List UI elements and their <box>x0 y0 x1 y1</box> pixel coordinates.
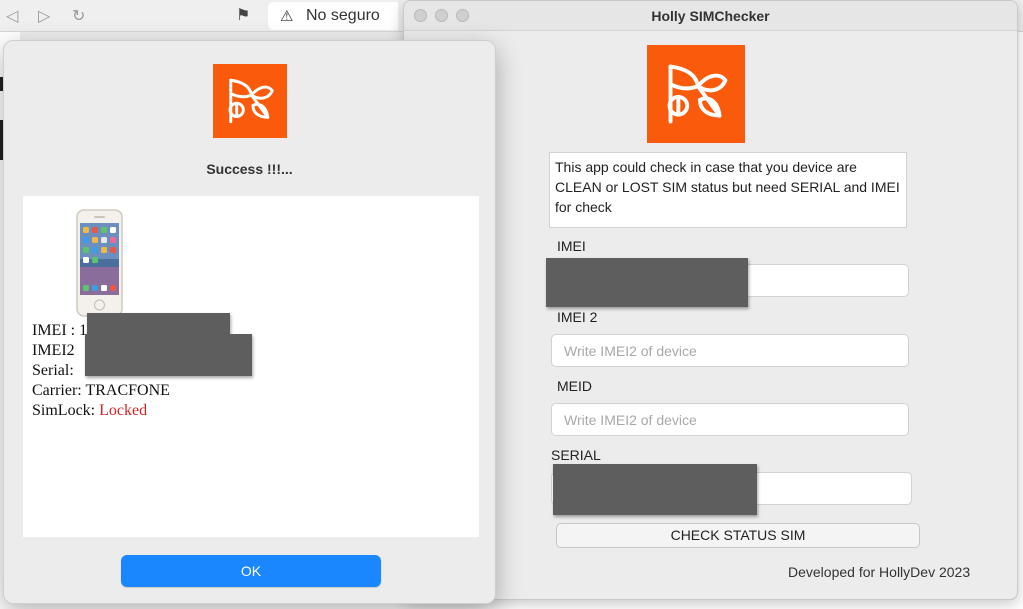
app-description: This app could check in case that you de… <box>549 152 907 228</box>
address-bar[interactable]: ⚠ No seguro <box>268 2 398 30</box>
iphone-image <box>76 209 123 317</box>
carrier-value: TRACFONE <box>85 382 170 399</box>
window-title: Holly SIMChecker <box>651 8 770 24</box>
dialog-title: Success !!!... <box>206 161 293 177</box>
imei-label: IMEI <box>557 238 586 254</box>
app-logo <box>647 45 745 143</box>
carrier-row: Carrier: TRACFONE <box>32 381 170 401</box>
redaction-block <box>546 258 748 307</box>
security-status: No seguro <box>306 7 380 24</box>
meid-input[interactable]: Write IMEI2 of device <box>551 403 909 436</box>
ok-button[interactable]: OK <box>121 555 381 587</box>
imei2-input[interactable]: Write IMEI2 of device <box>551 334 909 367</box>
dialog-app-logo <box>213 64 287 138</box>
forward-icon[interactable]: ▷ <box>38 6 50 25</box>
redaction-block <box>87 313 230 335</box>
window-titlebar: Holly SIMChecker <box>404 1 1017 31</box>
bookmark-icon[interactable]: ⚑ <box>236 5 250 24</box>
imei2-result-label: IMEI2 <box>32 342 75 359</box>
check-status-button[interactable]: CHECK STATUS SIM <box>556 523 920 548</box>
simlock-label: SimLock: <box>32 402 100 419</box>
success-dialog: Success !!!... IMEI : 1 IMEI2 Serial: Ca… <box>3 40 496 604</box>
redaction-block <box>553 464 757 515</box>
carrier-label: Carrier: <box>32 382 86 399</box>
result-panel: IMEI : 1 IMEI2 Serial: Carrier: TRACFONE… <box>23 196 479 537</box>
imei2-label: IMEI 2 <box>557 309 598 325</box>
meid-label: MEID <box>557 378 592 394</box>
meid-placeholder: Write IMEI2 of device <box>564 412 697 428</box>
back-icon[interactable]: ◁ <box>6 6 18 25</box>
imei-result-label: IMEI : <box>32 322 80 339</box>
serial-label: SERIAL <box>551 447 601 463</box>
simlock-row: SimLock: Locked <box>32 401 170 421</box>
warning-icon: ⚠ <box>280 7 294 25</box>
imei2-placeholder: Write IMEI2 of device <box>564 343 697 359</box>
redaction-block <box>85 334 252 376</box>
reload-icon[interactable]: ↻ <box>72 6 85 25</box>
footer-credit: Developed for HollyDev 2023 <box>788 564 971 580</box>
simlock-value: Locked <box>99 402 148 419</box>
serial-result-label: Serial: <box>32 362 74 379</box>
